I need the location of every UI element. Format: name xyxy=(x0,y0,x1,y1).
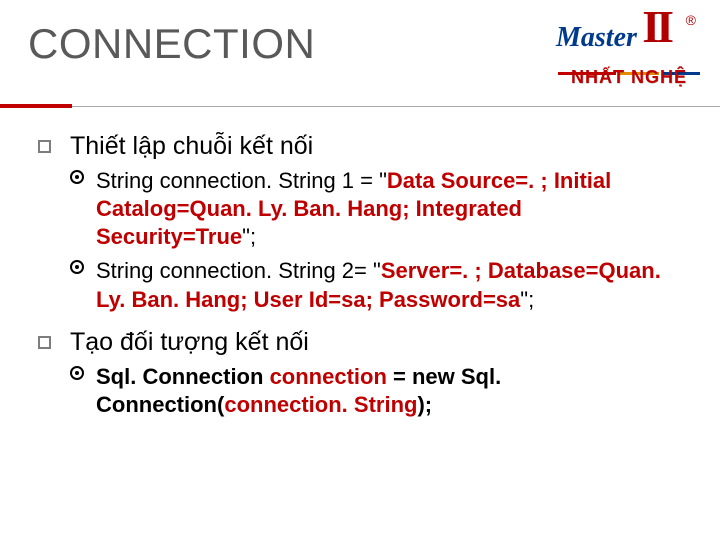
code-part-2: connection xyxy=(263,364,393,389)
logo-master-block: II Master ® xyxy=(554,4,704,60)
code-prefix: String connection. String 2= " xyxy=(96,258,381,283)
logo-brand-name: NHẤT NGHỆ xyxy=(554,67,704,88)
accent-bar xyxy=(0,104,720,108)
logo-divider xyxy=(554,62,704,65)
section-1-heading: Thiết lập chuỗi kết nối xyxy=(70,132,313,160)
target-bullet-icon xyxy=(70,170,84,184)
registered-icon: ® xyxy=(686,12,696,28)
slide-header: CONNECTION II Master ® NHẤT NGHỆ xyxy=(0,0,720,112)
code-suffix: "; xyxy=(520,287,534,312)
target-bullet-icon xyxy=(70,366,84,380)
section-2: Tạo đối tượng kết nối Sql. Connection co… xyxy=(36,328,684,419)
code-part-3: = new xyxy=(393,364,455,389)
code-prefix: String connection. String 1 = " xyxy=(96,168,387,193)
section-1-item-2: String connection. String 2= "Server=. ;… xyxy=(70,257,684,313)
code-suffix: "; xyxy=(242,224,256,249)
slide-content: Thiết lập chuỗi kết nối String connectio… xyxy=(0,112,720,443)
logo-master-text: Master xyxy=(556,22,637,54)
target-bullet-icon xyxy=(70,260,84,274)
code-part-5: connection. String xyxy=(224,392,417,417)
section-2-item-1: Sql. Connection connection = new Sql. Co… xyxy=(70,363,684,419)
brand-logo: II Master ® NHẤT NGHỆ xyxy=(554,4,704,88)
code-part-1: Sql. Connection xyxy=(96,364,263,389)
code-part-6: ); xyxy=(417,392,432,417)
section-1-item-1: String connection. String 1 = "Data Sour… xyxy=(70,167,684,251)
section-1: Thiết lập chuỗi kết nối String connectio… xyxy=(36,132,684,314)
section-2-heading: Tạo đối tượng kết nối xyxy=(70,328,309,356)
logo-ii-text: II xyxy=(642,4,670,50)
